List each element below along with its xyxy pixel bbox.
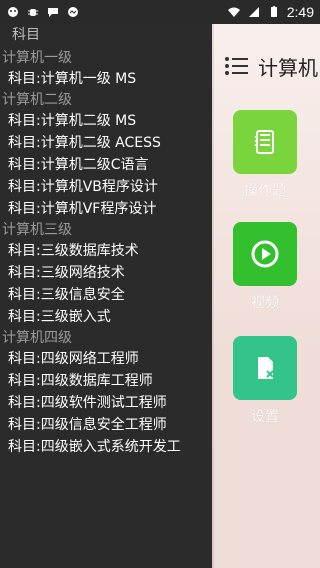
status-right: 2:49 bbox=[227, 4, 320, 20]
tile-video[interactable]: 视频 bbox=[233, 222, 297, 312]
navigation-drawer[interactable]: 科目 计算机一级 科目:计算机一级 MS 计算机二级 科目:计算机二级 MS 科… bbox=[0, 24, 212, 568]
messenger-icon bbox=[66, 5, 80, 19]
list-item[interactable]: 科目:三级网络技术 bbox=[0, 262, 212, 284]
wifi-icon bbox=[227, 5, 241, 19]
list-item[interactable]: 科目:四级数据库工程师 bbox=[0, 370, 212, 392]
list-item[interactable]: 科目:四级软件测试工程师 bbox=[0, 392, 212, 414]
file-x-icon[interactable] bbox=[233, 336, 297, 400]
group-level-2: 计算机二级 科目:计算机二级 MS 科目:计算机二级 ACESS 科目:计算机二… bbox=[0, 90, 212, 220]
app-bar: 计算机 bbox=[222, 46, 318, 86]
status-left bbox=[0, 5, 80, 19]
list-item[interactable]: 科目:计算机一级 MS bbox=[0, 68, 212, 90]
group-level-4: 计算机四级 科目:四级网络工程师 科目:四级数据库工程师 科目:四级软件测试工程… bbox=[0, 328, 212, 458]
list-item[interactable]: 科目:三级信息安全 bbox=[0, 284, 212, 306]
tile-label: 操作题 bbox=[244, 183, 286, 199]
drawer-edge bbox=[212, 24, 214, 568]
menu-icon[interactable] bbox=[222, 52, 250, 80]
notebook-icon[interactable] bbox=[233, 110, 297, 174]
list-item[interactable]: 科目:计算机二级 MS bbox=[0, 110, 212, 132]
tile-settings[interactable]: 设置 bbox=[233, 336, 297, 426]
list-item[interactable]: 科目:计算机二级C语言 bbox=[0, 154, 212, 176]
chat-icon bbox=[46, 5, 60, 19]
list-item[interactable]: 科目:计算机VF程序设计 bbox=[0, 198, 212, 220]
group-level-3: 计算机三级 科目:三级数据库技术 科目:三级网络技术 科目:三级信息安全 科目:… bbox=[0, 220, 212, 328]
signal-icon bbox=[247, 5, 261, 19]
status-time: 2:49 bbox=[286, 4, 314, 20]
group-title: 计算机一级 bbox=[2, 50, 72, 66]
tile-label: 视频 bbox=[251, 295, 279, 311]
page-title: 计算机 bbox=[258, 55, 318, 80]
list-item[interactable]: 科目:三级嵌入式 bbox=[0, 306, 212, 328]
tile-label: 设置 bbox=[251, 409, 279, 425]
tile-operation[interactable]: 操作题 bbox=[233, 110, 297, 200]
android-icon bbox=[6, 5, 20, 19]
group-level-1: 计算机一级 科目:计算机一级 MS bbox=[0, 48, 212, 90]
status-bar: 2:49 bbox=[0, 0, 320, 24]
list-item[interactable]: 科目:计算机二级 ACESS bbox=[0, 132, 212, 154]
list-item[interactable]: 科目:四级网络工程师 bbox=[0, 348, 212, 370]
list-item[interactable]: 科目:计算机VB程序设计 bbox=[0, 176, 212, 198]
group-title: 计算机三级 bbox=[2, 222, 72, 238]
drawer-header: 科目 bbox=[12, 27, 40, 43]
battery-icon bbox=[267, 5, 281, 19]
group-title: 计算机二级 bbox=[2, 92, 72, 108]
bug-icon bbox=[26, 5, 40, 19]
list-item[interactable]: 科目:三级数据库技术 bbox=[0, 240, 212, 262]
list-item[interactable]: 科目:四级信息安全工程师 bbox=[0, 414, 212, 436]
group-title: 计算机四级 bbox=[2, 330, 72, 346]
list-item[interactable]: 科目:四级嵌入式系统开发工 bbox=[0, 436, 212, 458]
play-icon[interactable] bbox=[233, 222, 297, 286]
